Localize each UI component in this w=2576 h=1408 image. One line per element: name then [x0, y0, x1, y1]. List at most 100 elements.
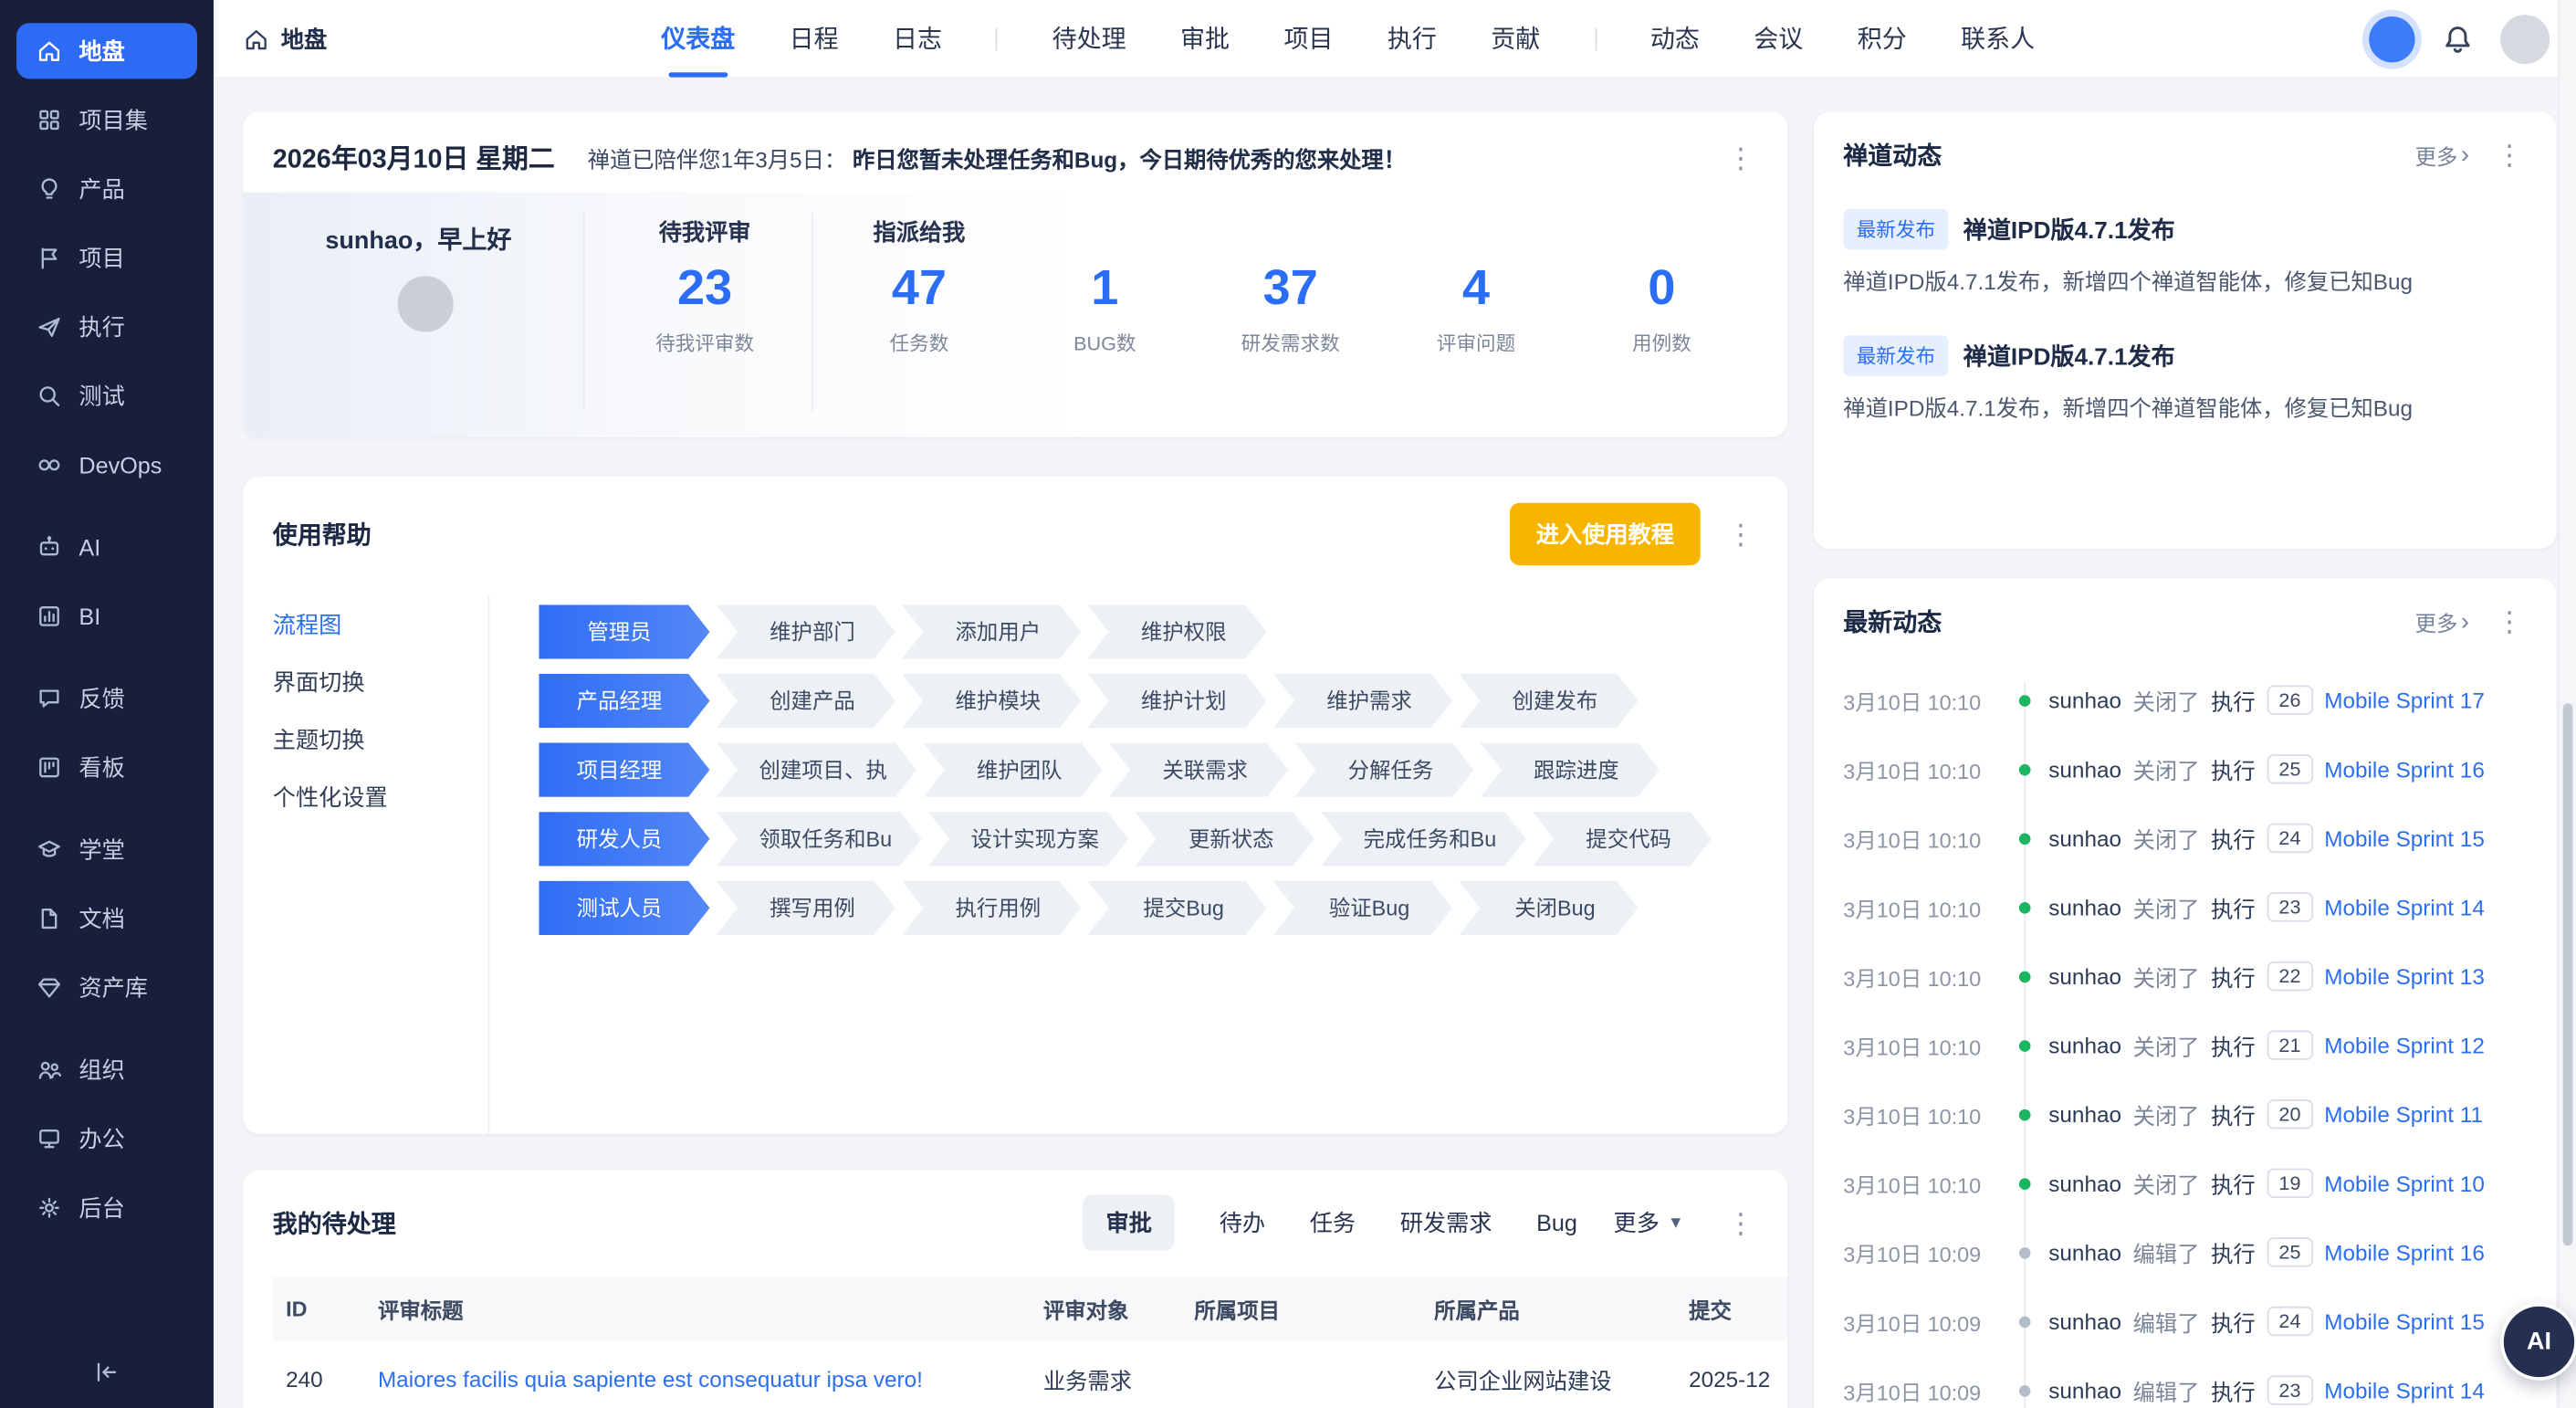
- flow-step[interactable]: 完成任务和Bu: [1321, 812, 1526, 866]
- activity-kebab-menu-icon[interactable]: ⋮: [2492, 608, 2527, 636]
- activity-user[interactable]: sunhao: [2048, 964, 2121, 989]
- flow-step[interactable]: 分解任务: [1294, 742, 1473, 796]
- activity-user[interactable]: sunhao: [2048, 1171, 2121, 1195]
- todo-tab-研发需求[interactable]: 研发需求: [1400, 1206, 1492, 1239]
- ai-assistant-button[interactable]: AI: [2500, 1303, 2576, 1381]
- sidebar-item-bi-chart[interactable]: BI: [16, 588, 197, 644]
- help-kebab-menu-icon[interactable]: ⋮: [1723, 520, 1758, 549]
- scrollbar-thumb[interactable]: [2563, 703, 2573, 1245]
- activity-user[interactable]: sunhao: [2048, 1378, 2121, 1403]
- activity-user[interactable]: sunhao: [2048, 688, 2121, 712]
- activity-more-link[interactable]: 更多›: [2415, 606, 2469, 637]
- activity-target-link[interactable]: Mobile Sprint 10: [2324, 1171, 2485, 1195]
- create-button[interactable]: [2369, 16, 2414, 61]
- activity-user[interactable]: sunhao: [2048, 757, 2121, 782]
- sidebar-item-org-people[interactable]: 组织: [16, 1042, 197, 1098]
- activity-user[interactable]: sunhao: [2048, 825, 2121, 850]
- sidebar-item-doc-file[interactable]: 文档: [16, 890, 197, 946]
- todo-tab-待办[interactable]: 待办: [1220, 1206, 1265, 1239]
- flow-step[interactable]: 执行用例: [902, 881, 1081, 935]
- nav-tab-贡献[interactable]: 贡献: [1491, 0, 1540, 78]
- flow-step[interactable]: 设计实现方案: [928, 812, 1129, 866]
- notifications-bell-icon[interactable]: [2441, 22, 2474, 55]
- activity-target-link[interactable]: Mobile Sprint 14: [2324, 895, 2485, 919]
- todo-kebab-menu-icon[interactable]: ⋮: [1723, 1209, 1758, 1237]
- nav-tab-日程[interactable]: 日程: [790, 0, 839, 78]
- nav-tab-日志[interactable]: 日志: [893, 0, 942, 78]
- activity-target-link[interactable]: Mobile Sprint 11: [2324, 1102, 2483, 1127]
- help-tab-流程图[interactable]: 流程图: [273, 608, 488, 641]
- activity-target-link[interactable]: Mobile Sprint 14: [2324, 1378, 2485, 1403]
- help-tab-个性化设置[interactable]: 个性化设置: [273, 781, 488, 814]
- activity-target-link[interactable]: Mobile Sprint 16: [2324, 1240, 2485, 1265]
- news-more-link[interactable]: 更多›: [2415, 140, 2469, 171]
- flow-step[interactable]: 撰写用例: [717, 881, 895, 935]
- flow-step[interactable]: 创建发布: [1459, 674, 1638, 728]
- todo-tab-任务[interactable]: 任务: [1310, 1206, 1356, 1239]
- nav-tab-积分[interactable]: 积分: [1858, 0, 1907, 78]
- news-kebab-menu-icon[interactable]: ⋮: [2492, 142, 2527, 170]
- nav-tab-项目[interactable]: 项目: [1283, 0, 1333, 78]
- news-item-title[interactable]: 禅道IPD版4.7.1发布: [1963, 212, 2175, 247]
- user-avatar[interactable]: [2500, 14, 2550, 63]
- flow-step[interactable]: 关闭Bug: [1459, 881, 1638, 935]
- flow-step[interactable]: 维护权限: [1087, 604, 1266, 658]
- sidebar-item-program-grid[interactable]: 项目集: [16, 92, 197, 148]
- help-tab-主题切换[interactable]: 主题切换: [273, 723, 488, 756]
- sidebar-item-school-cap[interactable]: 学堂: [16, 822, 197, 877]
- sidebar-item-product-bulb[interactable]: 产品: [16, 161, 197, 216]
- sidebar-item-devops-infinity[interactable]: DevOps: [16, 437, 197, 493]
- activity-user[interactable]: sunhao: [2048, 1240, 2121, 1265]
- flow-step[interactable]: 关联需求: [1109, 742, 1288, 796]
- flow-step[interactable]: 领取任务和Bu: [717, 812, 922, 866]
- todo-more-dropdown[interactable]: 更多▼: [1614, 1206, 1684, 1239]
- table-row[interactable]: 240Maiores facilis quia sapiente est con…: [273, 1341, 1787, 1408]
- nav-tab-联系人[interactable]: 联系人: [1961, 0, 2035, 78]
- activity-target-link[interactable]: Mobile Sprint 13: [2324, 964, 2485, 989]
- todo-tab-Bug[interactable]: Bug: [1536, 1210, 1577, 1236]
- sidebar-item-execution-plane[interactable]: 执行: [16, 299, 197, 355]
- sidebar-item-ai-robot[interactable]: AI: [16, 520, 197, 575]
- sidebar-item-kanban[interactable]: 看板: [16, 740, 197, 795]
- flow-step[interactable]: 创建项目、执: [717, 742, 917, 796]
- nav-tab-动态[interactable]: 动态: [1650, 0, 1700, 78]
- tutorial-button[interactable]: 进入使用教程: [1510, 503, 1701, 565]
- sidebar-item-feedback-bubble[interactable]: 反馈: [16, 670, 197, 726]
- activity-user[interactable]: sunhao: [2048, 1308, 2121, 1333]
- activity-user[interactable]: sunhao: [2048, 895, 2121, 919]
- flow-step[interactable]: 验证Bug: [1273, 881, 1452, 935]
- flow-step[interactable]: 维护计划: [1087, 674, 1266, 728]
- sidebar-item-office-monitor[interactable]: 办公: [16, 1111, 197, 1167]
- sidebar-item-home[interactable]: 地盘: [16, 23, 197, 79]
- review-title-link[interactable]: Maiores facilis quia sapiente est conseq…: [378, 1366, 1017, 1391]
- sidebar-collapse-button[interactable]: [0, 1359, 214, 1385]
- greeting-avatar[interactable]: [398, 276, 454, 331]
- flow-step[interactable]: 更新状态: [1135, 812, 1314, 866]
- flow-step[interactable]: 维护部门: [717, 604, 895, 658]
- todo-tab-审批[interactable]: 审批: [1083, 1194, 1175, 1250]
- activity-user[interactable]: sunhao: [2048, 1102, 2121, 1127]
- news-item-title[interactable]: 禅道IPD版4.7.1发布: [1963, 338, 2175, 373]
- sidebar-item-asset-gem[interactable]: 资产库: [16, 960, 197, 1015]
- flow-step[interactable]: 提交代码: [1533, 812, 1712, 866]
- activity-target-link[interactable]: Mobile Sprint 15: [2324, 1308, 2485, 1333]
- sidebar-item-project-flag[interactable]: 项目: [16, 230, 197, 286]
- activity-user[interactable]: sunhao: [2048, 1033, 2121, 1057]
- nav-tab-待处理[interactable]: 待处理: [1052, 0, 1126, 78]
- nav-tab-审批[interactable]: 审批: [1180, 0, 1230, 78]
- breadcrumb[interactable]: 地盘: [243, 22, 327, 55]
- flow-step[interactable]: 维护团队: [923, 742, 1102, 796]
- flow-step[interactable]: 提交Bug: [1087, 881, 1266, 935]
- page-scrollbar[interactable]: [2558, 0, 2576, 1408]
- nav-tab-会议[interactable]: 会议: [1754, 0, 1803, 78]
- activity-target-link[interactable]: Mobile Sprint 16: [2324, 757, 2485, 782]
- welcome-kebab-menu-icon[interactable]: ⋮: [1723, 144, 1758, 173]
- flow-step[interactable]: 添加用户: [902, 604, 1081, 658]
- nav-tab-仪表盘[interactable]: 仪表盘: [661, 0, 735, 78]
- nav-tab-执行[interactable]: 执行: [1387, 0, 1437, 78]
- flow-step[interactable]: 维护模块: [902, 674, 1081, 728]
- sidebar-item-test-search[interactable]: 测试: [16, 368, 197, 424]
- sidebar-item-admin-gear[interactable]: 后台: [16, 1180, 197, 1235]
- flow-step[interactable]: 创建产品: [717, 674, 895, 728]
- help-tab-界面切换[interactable]: 界面切换: [273, 666, 488, 699]
